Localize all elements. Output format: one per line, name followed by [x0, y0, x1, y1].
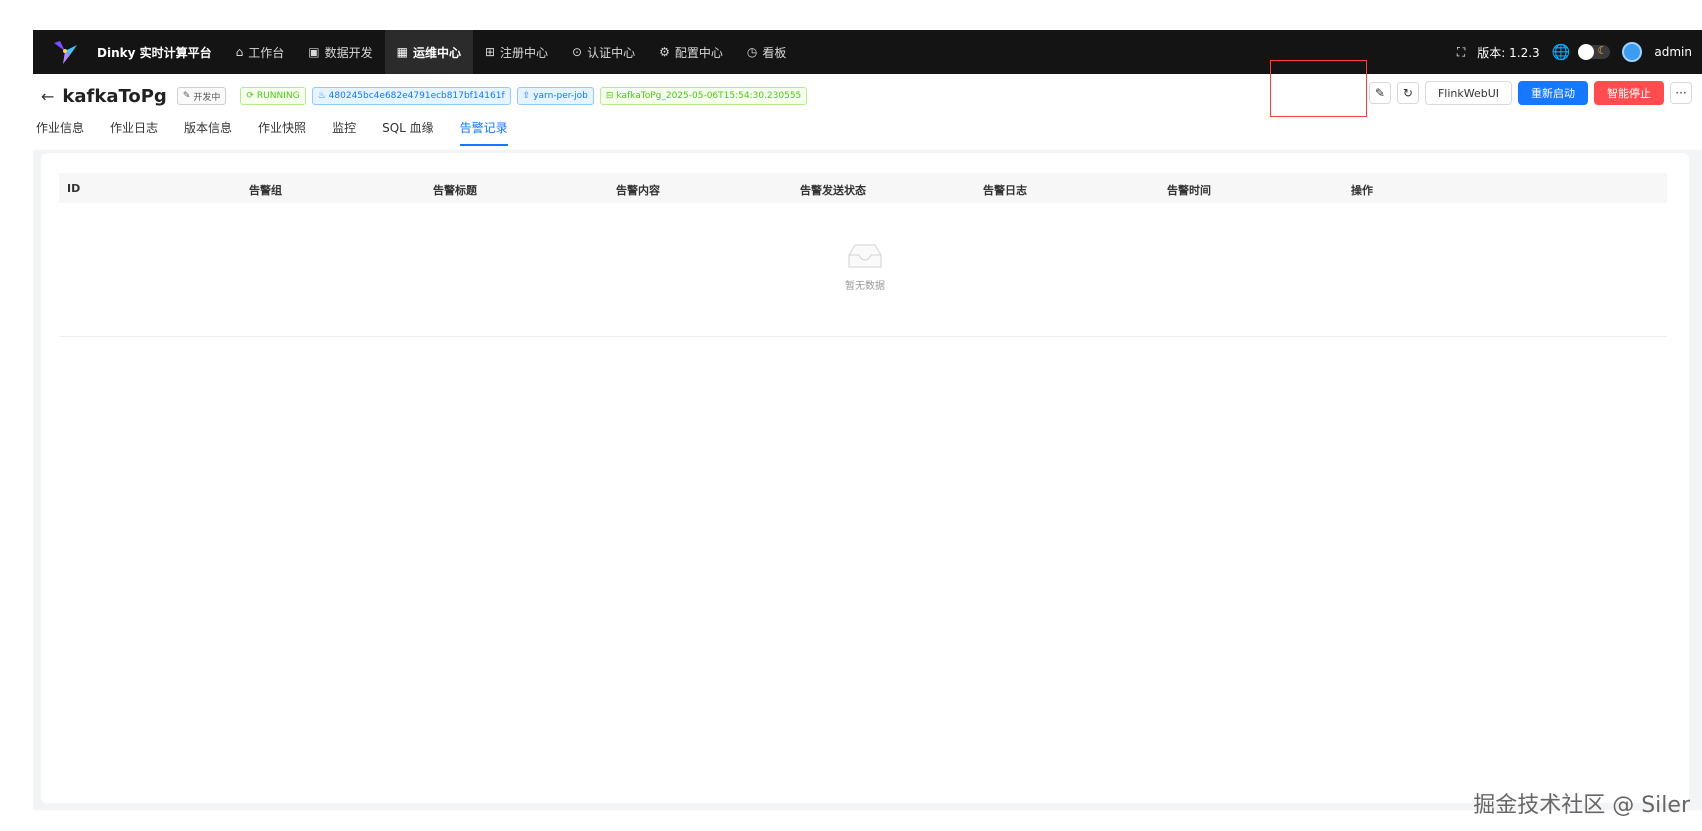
- top-navbar: Dinky 实时计算平台 ⌂ 工作台 ▣ 数据开发 ▦ 运维中心 ⊞ 注册中心 ⊙ 认证中…: [33, 30, 1702, 74]
- edit-icon: ✎: [182, 91, 191, 101]
- deploy-mode-tag: ⇧ yarn-per-job: [516, 87, 594, 105]
- job-name: kafkaToPg: [62, 85, 167, 107]
- theme-toggle[interactable]: [1578, 44, 1611, 60]
- nav-item-config[interactable]: ⚙ 配置中心: [647, 30, 735, 74]
- fire-icon: ♨: [317, 91, 326, 101]
- flink-webui-button[interactable]: FlinkWebUI: [1424, 81, 1512, 105]
- nav-item-dashboard[interactable]: ◷ 看板: [735, 30, 799, 74]
- running-tag-label: RUNNING: [256, 91, 300, 101]
- column-header-alert-group[interactable]: 告警组: [249, 182, 282, 198]
- username[interactable]: admin: [1654, 45, 1692, 59]
- smart-stop-button[interactable]: 智能停止: [1594, 81, 1664, 105]
- dashboard-icon: ◷: [746, 45, 758, 59]
- tab-monitor[interactable]: 监控: [332, 118, 356, 146]
- tab-alert-records[interactable]: 告警记录: [459, 118, 508, 146]
- main-nav: ⌂ 工作台 ▣ 数据开发 ▦ 运维中心 ⊞ 注册中心 ⊙ 认证中心 ⚙ 配置中心 ◷ 看板: [224, 30, 799, 74]
- tab-job-log[interactable]: 作业日志: [110, 118, 158, 146]
- nav-item-ops-center[interactable]: ▦ 运维中心: [384, 30, 473, 74]
- table-divider: [59, 336, 1667, 337]
- sync-icon: ⟳: [246, 91, 254, 101]
- column-header-alert-time[interactable]: 告警时间: [1167, 182, 1211, 198]
- back-arrow-icon[interactable]: ←: [41, 87, 54, 106]
- restart-button[interactable]: 重新启动: [1518, 81, 1588, 105]
- table-header: ID 告警组 告警标题 告警内容 告警发送状态 告警日志 告警时间 操作: [59, 173, 1667, 203]
- nav-item-workbench[interactable]: ⌂ 工作台: [224, 30, 297, 74]
- column-header-id[interactable]: ID: [67, 182, 80, 195]
- instance-tag: ⊟ kafkaToPg_2025-05-06T15:54:30.230555: [599, 87, 808, 105]
- fullscreen-icon[interactable]: ⛶: [1457, 45, 1465, 60]
- empty-state: 暂无数据: [41, 241, 1689, 292]
- alert-records-card: ID 告警组 告警标题 告警内容 告警发送状态 告警日志 告警时间 操作 暂无数…: [41, 153, 1689, 803]
- avatar[interactable]: [1622, 42, 1643, 62]
- column-header-send-status[interactable]: 告警发送状态: [800, 182, 866, 198]
- running-status-tag: ⟳ RUNNING: [240, 87, 306, 105]
- ops-icon: ▦: [396, 45, 408, 59]
- nav-label: 配置中心: [674, 45, 723, 60]
- rocket-icon: ⇧: [522, 91, 531, 101]
- instance-tag-label: kafkaToPg_2025-05-06T15:54:30.230555: [616, 91, 802, 101]
- job-tabs: 作业信息 作业日志 版本信息 作业快照 监控 SQL 血缘 告警记录: [33, 118, 534, 148]
- column-header-alert-title[interactable]: 告警标题: [433, 182, 477, 198]
- job-id-tag: ♨ 480245bc4e682e4791ecb817bf14161f: [311, 87, 511, 105]
- pencil-icon: ✎: [1374, 86, 1385, 100]
- app-window: Dinky 实时计算平台 ⌂ 工作台 ▣ 数据开发 ▦ 运维中心 ⊞ 注册中心 ⊙ 认证中…: [33, 30, 1702, 810]
- code-icon: ▣: [308, 45, 320, 59]
- gear-icon: ⚙: [659, 45, 670, 59]
- nav-label: 数据开发: [324, 45, 373, 60]
- tab-job-snapshot[interactable]: 作业快照: [258, 118, 306, 146]
- tab-job-info[interactable]: 作业信息: [36, 118, 84, 146]
- nav-item-registry[interactable]: ⊞ 注册中心: [473, 30, 560, 74]
- home-icon: ⌂: [235, 45, 244, 59]
- dinky-logo-icon[interactable]: [43, 30, 87, 74]
- refresh-button[interactable]: ↻: [1396, 82, 1419, 104]
- grid-icon: ⊞: [484, 45, 496, 59]
- refresh-icon: ↻: [1402, 86, 1413, 100]
- header-actions: ✎ ↻ FlinkWebUI 重新启动 智能停止 ···: [1368, 81, 1692, 105]
- language-icon[interactable]: 🌐: [1552, 43, 1571, 61]
- nav-label: 认证中心: [587, 45, 636, 60]
- title-row: ← kafkaToPg ✎ 开发中 ⟳ RUNNING ♨ 480245bc4e682…: [41, 82, 813, 110]
- nav-item-data-dev[interactable]: ▣ 数据开发: [296, 30, 384, 74]
- empty-text: 暂无数据: [845, 281, 885, 292]
- topbar-right: ⛶ 版本: 1.2.3 🌐 admin: [1457, 42, 1702, 62]
- cluster-icon: ⊟: [605, 91, 614, 101]
- column-header-actions[interactable]: 操作: [1351, 182, 1373, 198]
- nav-item-auth[interactable]: ⊙ 认证中心: [560, 30, 647, 74]
- tab-sql-lineage[interactable]: SQL 血缘: [382, 118, 434, 146]
- job-detail-header: ← kafkaToPg ✎ 开发中 ⟳ RUNNING ♨ 480245bc4e682…: [33, 60, 1702, 150]
- watermark: 掘金技术社区 @ Siler: [1473, 793, 1690, 818]
- column-header-alert-content[interactable]: 告警内容: [616, 182, 660, 198]
- tab-version-info[interactable]: 版本信息: [184, 118, 232, 146]
- mode-tag-label: yarn-per-job: [533, 91, 588, 101]
- dev-tag-label: 开发中: [193, 92, 221, 103]
- nav-label: 看板: [762, 45, 787, 60]
- dev-status-tag: ✎ 开发中: [176, 87, 227, 105]
- version-label: 版本: 1.2.3: [1477, 45, 1540, 60]
- nav-label: 运维中心: [412, 45, 461, 60]
- shield-icon: ⊙: [572, 45, 583, 59]
- more-button[interactable]: ···: [1670, 82, 1692, 104]
- nav-label: 工作台: [248, 45, 285, 60]
- empty-inbox-icon: [845, 241, 885, 271]
- nav-label: 注册中心: [500, 45, 549, 60]
- edit-button[interactable]: ✎: [1368, 82, 1391, 104]
- job-id-label: 480245bc4e682e4791ecb817bf14161f: [328, 91, 505, 101]
- brand-title[interactable]: Dinky 实时计算平台: [97, 44, 212, 61]
- column-header-alert-log[interactable]: 告警日志: [983, 182, 1027, 198]
